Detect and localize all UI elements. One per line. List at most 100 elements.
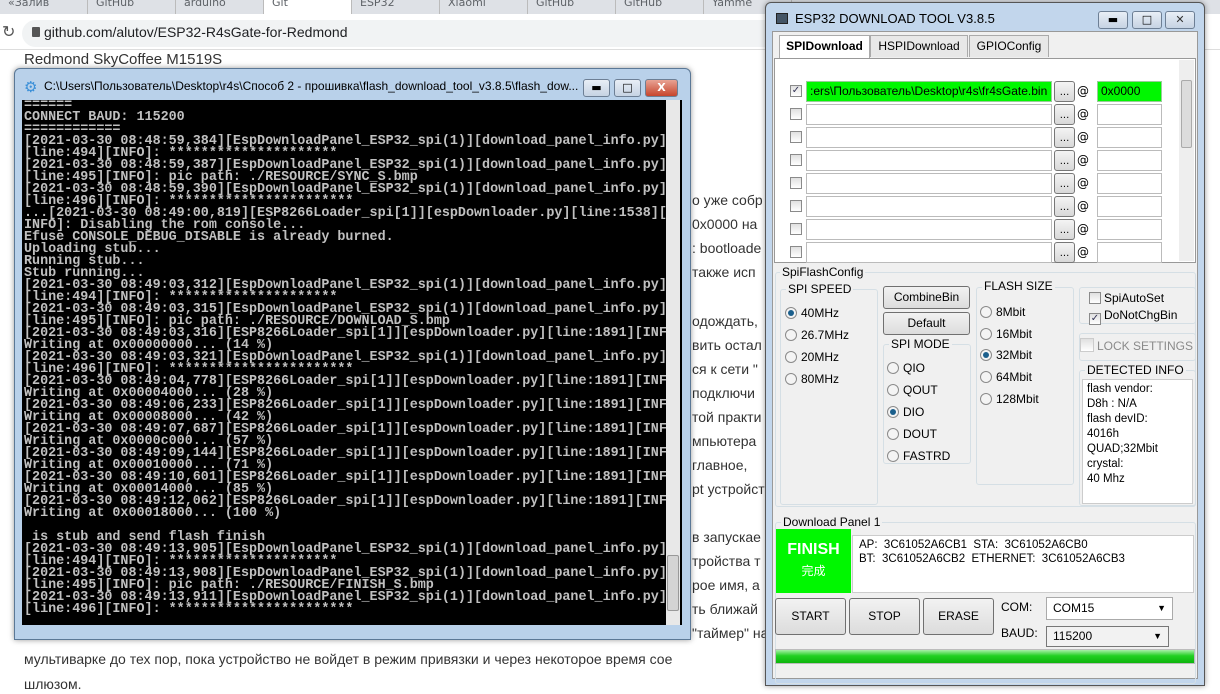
lock-settings-checkbox[interactable]: LOCK SETTINGS <box>1080 338 1193 353</box>
radio-40mhz[interactable]: 40MHz <box>785 306 839 320</box>
radio-20mhz[interactable]: 20MHz <box>785 350 839 364</box>
tool-minimize-button[interactable]: ▬ <box>1098 11 1128 29</box>
detected-info-line: D8h : N/A <box>1087 398 1137 410</box>
default-button[interactable]: Default <box>883 312 970 335</box>
address-input[interactable] <box>1097 104 1162 125</box>
progress-fill <box>776 650 1194 663</box>
file-checkbox[interactable] <box>790 108 802 120</box>
file-checkbox[interactable]: ✓ <box>790 85 802 97</box>
radio-267mhz[interactable]: 26.7MHz <box>785 328 849 342</box>
file-path-input[interactable] <box>806 242 1052 263</box>
stop-button[interactable]: STOP <box>849 598 920 635</box>
file-checkbox[interactable] <box>790 200 802 212</box>
browser-tab[interactable]: «Залив <box>0 0 88 14</box>
address-input[interactable]: 0x0000 <box>1097 81 1162 102</box>
file-checkbox[interactable] <box>790 154 802 166</box>
radio-button <box>980 392 992 405</box>
radio-dio[interactable]: DIO <box>887 405 924 419</box>
maximize-button[interactable]: □ <box>614 79 641 97</box>
console-scrollbar[interactable] <box>666 100 680 625</box>
at-label: @ <box>1077 84 1089 98</box>
tab-spidownload[interactable]: SPIDownload <box>779 35 870 58</box>
file-path-input[interactable] <box>806 173 1052 194</box>
tool-close-button[interactable]: ✕ <box>1165 11 1195 29</box>
radio-button <box>785 307 797 319</box>
address-input[interactable] <box>1097 173 1162 194</box>
url-text[interactable]: github.com/alutov/ESP32-R4sGate-for-Redm… <box>44 24 347 40</box>
browser-tab[interactable]: GitHub <box>528 0 616 14</box>
file-checkbox[interactable] <box>790 246 802 258</box>
radio-label: 40MHz <box>801 306 840 320</box>
erase-button[interactable]: ERASE <box>923 598 994 635</box>
radio-8mbit[interactable]: 8Mbit <box>980 305 1025 319</box>
browse-button[interactable]: ... <box>1054 173 1075 194</box>
spiautoset-checkbox[interactable]: SpiAutoSet <box>1089 291 1164 305</box>
tool-maximize-button[interactable]: □ <box>1132 11 1162 29</box>
browser-tab[interactable]: arduino <box>176 0 264 14</box>
chevron-down-icon: ▼ <box>1157 603 1166 613</box>
radio-128mbit[interactable]: 128Mbit <box>980 392 1039 406</box>
start-button[interactable]: START <box>775 598 846 635</box>
radio-32mbit[interactable]: 32Mbit <box>980 348 1032 362</box>
radio-label: DIO <box>903 405 925 419</box>
radio-button <box>887 450 899 462</box>
tab-gpioconfig[interactable]: GPIOConfig <box>969 35 1049 57</box>
gear-icon: ⚙ <box>24 78 38 96</box>
radio-qout[interactable]: QOUT <box>887 383 938 397</box>
file-path-input[interactable] <box>806 196 1052 217</box>
file-checkbox[interactable] <box>790 223 802 235</box>
radio-64mbit[interactable]: 64Mbit <box>980 370 1032 384</box>
com-select[interactable]: COM15 ▼ <box>1046 597 1173 620</box>
article-line: подключи <box>692 385 755 401</box>
radio-80mhz[interactable]: 80MHz <box>785 372 839 386</box>
address-input[interactable] <box>1097 196 1162 217</box>
donotchgbin-checkbox[interactable]: ✓ DoNotChgBin <box>1089 308 1177 325</box>
radio-qio[interactable]: QIO <box>887 361 925 375</box>
radio-label: DOUT <box>903 427 937 441</box>
browse-button[interactable]: ... <box>1054 196 1075 217</box>
browse-button[interactable]: ... <box>1054 81 1075 102</box>
com-label: COM: <box>1001 600 1033 614</box>
file-checkbox[interactable] <box>790 131 802 143</box>
radio-fastrd[interactable]: FASTRD <box>887 449 950 463</box>
radio-dout[interactable]: DOUT <box>887 427 937 441</box>
radio-label: 32Mbit <box>996 348 1033 363</box>
browser-tab[interactable]: GitHub <box>616 0 704 14</box>
radio-16mbit[interactable]: 16Mbit <box>980 327 1032 341</box>
address-input[interactable] <box>1097 127 1162 148</box>
browse-button[interactable]: ... <box>1054 242 1075 263</box>
browse-button[interactable]: ... <box>1054 127 1075 148</box>
browser-tab[interactable]: Git <box>264 0 352 14</box>
article-line: одождать, <box>692 313 758 329</box>
browse-button[interactable]: ... <box>1054 219 1075 240</box>
console-title: C:\Users\Пользователь\Desktop\r4s\Способ… <box>44 79 579 93</box>
browser-tab[interactable]: ESP32 <box>352 0 440 14</box>
radio-button <box>785 329 797 341</box>
console-scrollbar-thumb[interactable] <box>667 555 679 611</box>
file-checkbox[interactable] <box>790 177 802 189</box>
file-path-input[interactable] <box>806 127 1052 148</box>
baud-select[interactable]: 115200 ▼ <box>1046 626 1169 647</box>
article-line: о уже собр <box>692 192 763 208</box>
file-list-scrollbar-thumb[interactable] <box>1181 80 1192 148</box>
combinebin-button[interactable]: CombineBin <box>883 286 970 309</box>
spi-mode-label: SPI MODE <box>889 337 952 351</box>
minimize-button[interactable]: ▬ <box>583 79 610 97</box>
close-button[interactable]: X <box>645 79 678 97</box>
browser-tab[interactable]: Xiaomi <box>440 0 528 14</box>
file-path-input[interactable] <box>806 104 1052 125</box>
address-input[interactable] <box>1097 242 1162 263</box>
reload-icon[interactable]: ↻ <box>2 22 15 41</box>
browse-button[interactable]: ... <box>1054 104 1075 125</box>
browser-tab[interactable]: GitHub <box>88 0 176 14</box>
radio-label: 20MHz <box>801 350 840 364</box>
browse-button[interactable]: ... <box>1054 150 1075 171</box>
file-path-input[interactable] <box>806 219 1052 240</box>
file-path-input[interactable]: :ers\Пользователь\Desktop\r4s\fr4sGate.b… <box>806 81 1052 102</box>
address-input[interactable] <box>1097 219 1162 240</box>
article-line: в запускае <box>692 529 761 545</box>
address-input[interactable] <box>1097 150 1162 171</box>
baud-value: 115200 <box>1053 629 1093 643</box>
tab-hspidownload[interactable]: HSPIDownload <box>870 35 968 57</box>
file-path-input[interactable] <box>806 150 1052 171</box>
